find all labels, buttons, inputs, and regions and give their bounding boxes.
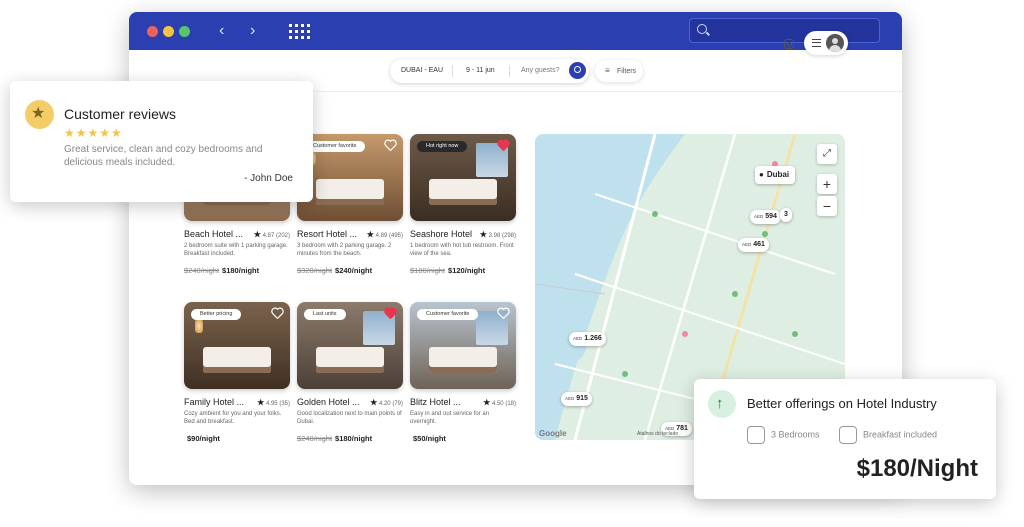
hotel-badge: Better pricing <box>191 309 242 320</box>
hotel-price: $50/night <box>413 434 446 443</box>
hotel-name[interactable]: Beach Hotel ... <box>184 229 243 239</box>
hotel-price: $180/night $120/night <box>410 266 486 275</box>
arrow-up-icon: ↑ <box>716 395 724 412</box>
hotel-badge: Customer favorite <box>304 141 366 152</box>
hotel-price: $320/night $240/night <box>297 266 373 275</box>
map-attribution[interactable]: Atalhos do teclado <box>637 431 678 437</box>
hotel-description: 2 bedroom suite with 1 parking garage. B… <box>184 243 288 257</box>
hotel-rating: ★ 4.50 (18) <box>483 398 516 407</box>
star-icon: ★ <box>479 230 487 239</box>
bedrooms-feature: 3 Bedrooms <box>747 426 820 444</box>
minimize-window-button[interactable] <box>163 26 174 37</box>
hotel-rating: ★ 3.98 (298) <box>479 230 516 239</box>
close-window-button[interactable] <box>147 26 158 37</box>
rating-stars: ★★★★★ <box>64 126 123 140</box>
search-bar[interactable]: DUBAI - EAU 9 - 11 jun Any guests? <box>390 59 589 83</box>
offer-price: $180/Night <box>856 455 978 482</box>
filters-label: Filters <box>617 68 637 75</box>
hotel-rating: ★ 4.89 (495) <box>366 230 403 239</box>
hotel-description: Good localization next to main points of… <box>297 411 402 425</box>
price-marker[interactable]: AED 594 <box>750 210 781 224</box>
back-arrow-icon[interactable]: ‹ <box>219 21 224 41</box>
hotel-price: $90/night <box>187 434 220 443</box>
user-menu[interactable] <box>804 31 848 55</box>
hotel-price: $240/night $180/night <box>297 434 373 443</box>
hotel-name[interactable]: Family Hotel ... <box>184 397 244 407</box>
hotel-name[interactable]: Resort Hotel ... <box>297 229 357 239</box>
maximize-window-button[interactable] <box>179 26 190 37</box>
favorite-heart-icon[interactable] <box>384 139 397 151</box>
reviews-title: Customer reviews <box>64 106 177 122</box>
divider <box>509 65 510 77</box>
offer-card: ↑ Better offerings on Hotel Industry 3 B… <box>694 379 996 499</box>
price-marker[interactable]: AED 1.266 <box>569 332 606 346</box>
hotel-photo: Hot right now <box>410 134 516 221</box>
zoom-out-button[interactable]: − <box>817 196 837 216</box>
price-marker[interactable]: AED 461 <box>738 238 769 252</box>
breakfast-feature: Breakfast included <box>839 426 937 444</box>
hotel-rating: ★ 4.95 (35) <box>257 398 290 407</box>
favorite-heart-icon[interactable] <box>497 307 510 319</box>
customer-reviews-card: ★ Customer reviews ★★★★★ Great service, … <box>10 81 313 202</box>
favorite-heart-icon[interactable] <box>271 307 284 319</box>
bed-icon <box>747 426 765 444</box>
fullscreen-icon[interactable]: ⤢ <box>817 144 837 164</box>
hotel-card[interactable]: Hot right now Seashore Hotel ★ 3.98 (298… <box>410 134 516 275</box>
filters-icon: ≡ <box>605 66 610 75</box>
hotel-name[interactable]: Golden Hotel ... <box>297 397 360 407</box>
google-logo: Google <box>539 429 567 438</box>
search-button[interactable] <box>569 62 586 79</box>
guests-field[interactable]: Any guests? <box>521 67 560 74</box>
star-icon: ★ <box>31 105 46 122</box>
location-field[interactable]: DUBAI - EAU <box>401 67 443 74</box>
review-author: - John Doe <box>244 173 293 184</box>
filters-button[interactable]: ≡ Filters <box>595 60 643 82</box>
hotel-rating: ★ 4.20 (79) <box>370 398 403 407</box>
hotel-description: Cozy ambient for you and your folks. Bed… <box>184 411 282 425</box>
cutlery-icon <box>839 426 857 444</box>
trend-badge: ↑ <box>708 390 736 418</box>
screenshot-stage: ‹ › DUBAI - EAU 9 - 11 jun Any guests? ≡… <box>0 0 1024 527</box>
star-icon: ★ <box>483 398 491 407</box>
hotel-description: 1 bedroom with hot tub restroom. Front v… <box>410 243 514 257</box>
hotel-photo: Last units <box>297 302 403 389</box>
hotel-description: 3 bedroom with 2 parking garage. 2 minut… <box>297 243 392 257</box>
hotel-card[interactable]: Better pricing Family Hotel ... ★ 4.95 (… <box>184 302 290 443</box>
hamburger-menu-icon <box>812 39 821 47</box>
price-marker[interactable]: 3 <box>780 208 792 222</box>
star-icon: ★ <box>253 230 261 239</box>
forward-arrow-icon[interactable]: › <box>250 21 255 41</box>
hotel-rating: ★ 4.87 (202) <box>253 230 290 239</box>
hotel-photo: Customer favorite <box>410 302 516 389</box>
city-marker[interactable]: ● Dubai <box>755 166 796 184</box>
hotel-photo: Better pricing <box>184 302 290 389</box>
apps-grid-icon[interactable] <box>289 24 311 40</box>
hotel-badge: Last units <box>304 309 346 320</box>
review-text: Great service, clean and cozy bedrooms a… <box>64 144 263 168</box>
hotel-name[interactable]: Seashore Hotel <box>410 229 472 239</box>
instagram-icon[interactable] <box>784 39 794 49</box>
star-icon: ★ <box>257 398 265 407</box>
hotel-description: Easy in and out service for an overnight… <box>410 411 490 425</box>
hotel-badge: Customer favorite <box>417 309 479 320</box>
price-marker[interactable]: AED 915 <box>561 392 592 406</box>
hotel-badge: Hot right now <box>417 141 468 152</box>
hotel-card[interactable]: Last units Golden Hotel ... ★ 4.20 (79) … <box>297 302 403 443</box>
hotel-name[interactable]: Blitz Hotel ... <box>410 397 461 407</box>
star-icon: ★ <box>370 398 378 407</box>
location-pin-icon: ● <box>759 170 764 179</box>
avatar <box>826 34 844 52</box>
star-icon: ★ <box>366 230 374 239</box>
divider <box>452 65 453 77</box>
zoom-in-button[interactable]: + <box>817 174 837 194</box>
review-badge: ★ <box>25 100 54 129</box>
search-icon <box>697 24 707 34</box>
hotel-price: $240/night $180/night <box>184 266 260 275</box>
dates-field[interactable]: 9 - 11 jun <box>466 67 495 74</box>
offer-title: Better offerings on Hotel Industry <box>747 396 937 411</box>
favorite-heart-icon[interactable] <box>497 139 510 151</box>
favorite-heart-icon[interactable] <box>384 307 397 319</box>
hotel-card[interactable]: Customer favorite Blitz Hotel ... ★ 4.50… <box>410 302 516 443</box>
